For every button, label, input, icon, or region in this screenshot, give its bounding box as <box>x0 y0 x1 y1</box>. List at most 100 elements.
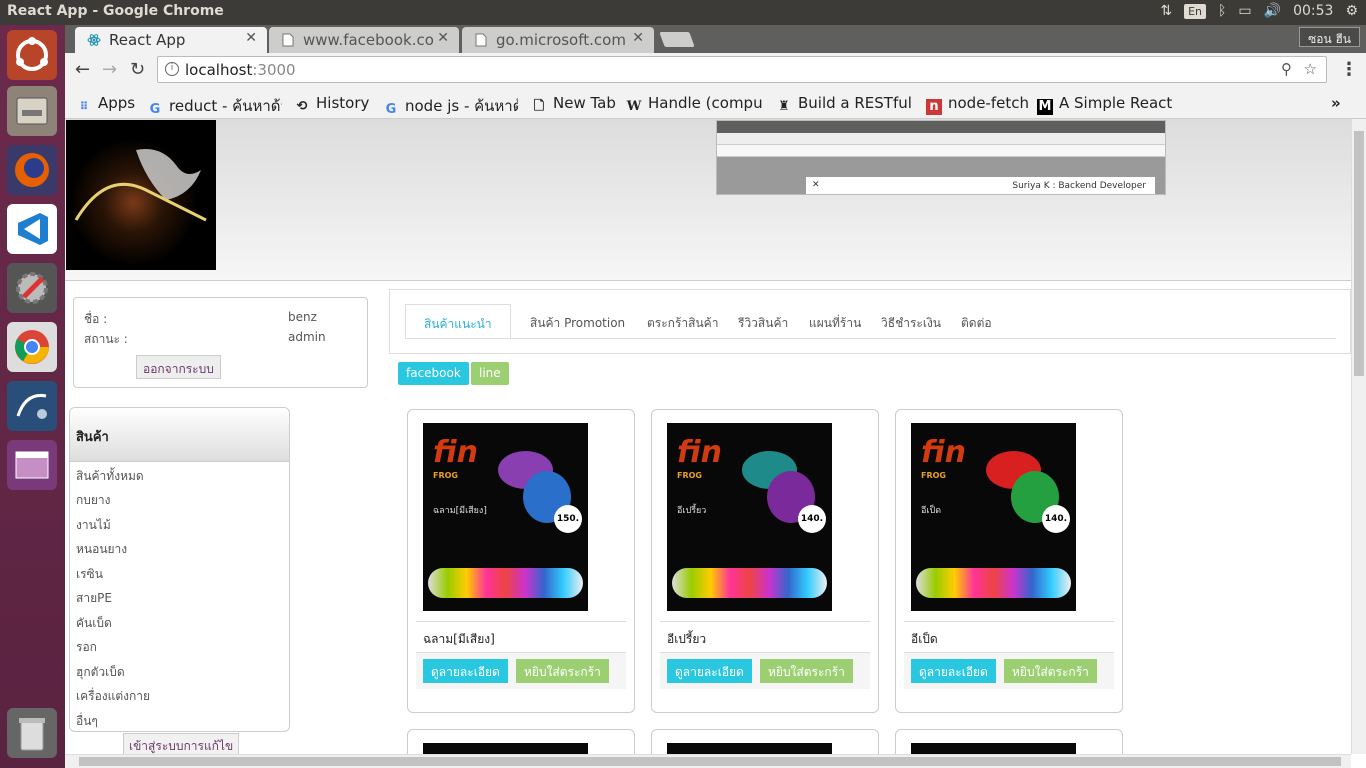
tab-promotion[interactable]: สินค้า Promotion <box>530 304 625 338</box>
workspace-switcher-icon[interactable] <box>7 440 57 490</box>
bookmark-history[interactable]: ⟲ History <box>294 94 370 115</box>
view-details-button[interactable]: ดูลายละเอียด <box>423 659 508 683</box>
trash-icon[interactable] <box>7 708 57 758</box>
vscode-icon[interactable] <box>7 204 57 254</box>
bookmark-new-tab[interactable]: 🗋 New Tab <box>531 94 616 113</box>
tab-contact[interactable]: ติดต่อ <box>961 304 992 338</box>
sidebar-item[interactable]: เรซิน <box>76 565 103 584</box>
add-to-cart-button[interactable]: หยิบใส่ตระกร้า <box>516 659 609 683</box>
view-details-button[interactable]: ดูลายละเอียด <box>911 659 996 683</box>
category-sidebar: สินค้า สินค้าทั้งหมด กบยาง งานไม้ หนอนยา… <box>69 407 290 732</box>
product-card <box>895 729 1123 754</box>
close-tab-icon[interactable]: ✕ <box>245 30 257 46</box>
bookmark-simple-react[interactable]: MA Simple React R <box>1037 94 1177 115</box>
name-label: ชื่อ : <box>84 312 108 326</box>
sidebar-item[interactable]: งานไม้ <box>76 516 111 535</box>
ubuntu-dash-icon[interactable] <box>7 30 57 80</box>
url-host: localhost <box>185 61 253 79</box>
tab-react-app[interactable]: React App ✕ <box>75 27 267 53</box>
bookmark-star-icon[interactable]: ☆ <box>1304 60 1317 78</box>
bookmark-apps[interactable]: ⠿ Apps <box>76 94 135 116</box>
product-card <box>407 729 635 754</box>
tab-label: React App <box>109 31 186 49</box>
menu-kebab-icon[interactable]: ⋮ <box>1340 59 1358 80</box>
battery-icon[interactable]: ▭ <box>1238 3 1251 19</box>
bookmark-handle[interactable]: W Handle (comput <box>626 94 763 115</box>
sidebar-item[interactable]: อื่นๆ <box>76 712 98 731</box>
sidebar-item[interactable]: คันเบ็ด <box>76 614 112 633</box>
bluetooth-icon[interactable]: ᛒ <box>1218 3 1226 19</box>
new-tab-button[interactable] <box>659 32 695 47</box>
product-card: fin FROG อีเปรี้ยว 140. อีเปรี้ยว ดูลายละ… <box>651 409 879 713</box>
address-bar[interactable]: i localhost:3000 ⚲ ☆ <box>157 56 1327 83</box>
system-tray: ⇅ En ᛒ ▭ 🔊 00:53 ⚙ <box>1160 3 1358 19</box>
bookmark-restful[interactable]: ♜Build a RESTful A <box>776 94 913 115</box>
more-bookmarks-icon[interactable]: » <box>1331 94 1341 112</box>
product-image[interactable] <box>423 743 588 754</box>
bookmark-google-search[interactable]: Greduct - ค้นหาด้วย <box>147 94 282 118</box>
volume-icon[interactable]: 🔊 <box>1264 3 1281 19</box>
browser-toolbar: ← → ↻ i localhost:3000 ⚲ ☆ ⋮ <box>65 53 1366 87</box>
facebook-button[interactable]: facebook <box>398 362 469 385</box>
sidebar-item[interactable]: รอก <box>76 638 97 657</box>
history-icon: ⟲ <box>296 99 308 114</box>
product-image[interactable]: fin FROG อีเป็ด 140. <box>911 423 1076 611</box>
add-to-cart-button[interactable]: หยิบใส่ตระกร้า <box>760 659 853 683</box>
sidebar-item[interactable]: เครื่องแต่งกาย <box>76 687 150 706</box>
vertical-scrollbar[interactable] <box>1351 119 1366 754</box>
back-arrow-icon[interactable]: ← <box>75 59 90 80</box>
sidebar-item[interactable]: สายPE <box>76 589 112 608</box>
add-to-cart-button[interactable]: หยิบใส่ตระกร้า <box>1004 659 1097 683</box>
name-value: benz <box>288 310 317 324</box>
close-tab-icon[interactable]: ✕ <box>437 30 449 46</box>
system-settings-icon[interactable] <box>7 263 57 313</box>
product-image[interactable]: fin FROG ฉลาม[มีเสียง] 150. <box>423 423 588 611</box>
file-manager-icon[interactable] <box>7 86 57 136</box>
product-image[interactable] <box>667 743 832 754</box>
bookmark-node-fetch[interactable]: n node-fetch <box>926 94 1029 115</box>
sidebar-item[interactable]: สินค้าทั้งหมด <box>76 467 144 486</box>
sidebar-item[interactable]: หนอนยาง <box>76 540 127 559</box>
line-button[interactable]: line <box>471 362 509 385</box>
product-card: fin FROG อีเป็ด 140. อีเป็ด ดูลายละเอียด … <box>895 409 1123 713</box>
product-image[interactable]: fin FROG อีเปรี้ยว 140. <box>667 423 832 611</box>
scroll-thumb[interactable] <box>1354 131 1364 376</box>
product-name: อีเป็ด <box>911 632 938 646</box>
zoom-search-icon[interactable]: ⚲ <box>1281 60 1292 78</box>
bookmarks-bar: ⠿Apps Greduct - ค้นหาด้วย ⟲History Gnode… <box>65 87 1366 119</box>
thumbnail-toast: ✕ Suriya K : Backend Developer <box>806 177 1155 194</box>
tab-recommended[interactable]: สินค้าแนะนำ <box>405 304 511 338</box>
chrome-icon[interactable] <box>7 322 57 372</box>
os-top-bar: React App - Google Chrome ⇅ En ᛒ ▭ 🔊 00:… <box>0 0 1366 25</box>
profile-button[interactable]: ซอน ฮีน <box>1299 27 1360 47</box>
site-info-icon[interactable]: i <box>165 62 179 76</box>
tab-facebook[interactable]: www.facebook.co ✕ <box>269 27 459 53</box>
mysql-workbench-icon[interactable] <box>7 381 57 431</box>
close-tab-icon[interactable]: ✕ <box>632 30 644 46</box>
tab-reviews[interactable]: รีวิวสินค้า <box>738 304 788 338</box>
sidebar-item[interactable]: กบยาง <box>76 491 111 510</box>
tab-microsoft[interactable]: go.microsoft.com ✕ <box>462 27 654 53</box>
settings-gear-icon[interactable]: ⚙ <box>1345 3 1358 19</box>
clock[interactable]: 00:53 <box>1293 3 1333 19</box>
scroll-thumb[interactable] <box>79 757 1341 766</box>
firefox-icon[interactable] <box>7 145 57 195</box>
view-details-button[interactable]: ดูลายละเอียด <box>667 659 752 683</box>
product-image[interactable] <box>911 743 1076 754</box>
reload-icon[interactable]: ↻ <box>130 59 145 80</box>
bookmark-node-search[interactable]: Gnode js - ค้นหาด้วย <box>383 94 518 118</box>
network-icon[interactable]: ⇅ <box>1160 3 1172 19</box>
tab-payment[interactable]: วิธีชำระเงิน <box>881 304 941 338</box>
product-card: fin FROG ฉลาม[มีเสียง] 150. ฉลาม[มีเสียง]… <box>407 409 635 713</box>
apps-grid-icon: ⠿ <box>79 100 89 113</box>
keyboard-language[interactable]: En <box>1184 3 1206 19</box>
sidebar-item[interactable]: ฮุกตัวเบ็ด <box>76 663 125 682</box>
admin-login-button[interactable]: เข้าสู่ระบบการแก้ไข <box>123 733 240 754</box>
logo-art <box>74 149 207 222</box>
page-content: ✕ Suriya K : Backend Developer ชื่อ : ben… <box>65 119 1351 754</box>
tab-cart[interactable]: ตระกร้าสินค้า <box>647 304 718 338</box>
horizontal-scrollbar[interactable] <box>65 754 1351 768</box>
logout-button[interactable]: ออกจากระบบ <box>136 355 221 379</box>
forward-arrow-icon[interactable]: → <box>102 59 117 80</box>
tab-map[interactable]: แผนที่ร้าน <box>809 304 861 338</box>
